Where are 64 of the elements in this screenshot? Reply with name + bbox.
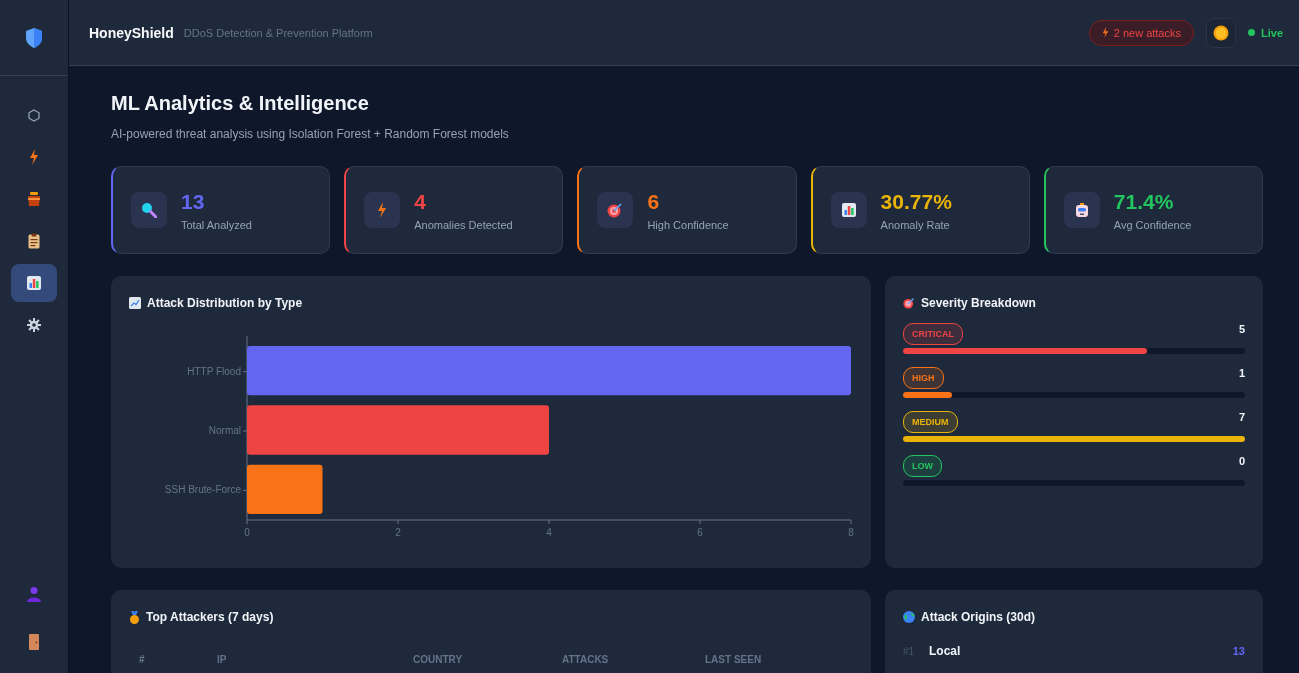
medal-icon (129, 610, 140, 624)
hexagon-icon (28, 108, 40, 122)
tick-label: 8 (848, 527, 854, 538)
category-label: SSH Brute-Force (164, 484, 241, 496)
lightning-icon (377, 202, 388, 218)
column-header: # (138, 654, 146, 665)
tagline: DDoS Detection & Prevention Platform (183, 26, 373, 39)
pot-icon (27, 191, 41, 207)
category-label: Normal (208, 425, 241, 436)
bar-chart-icon (841, 203, 856, 217)
tick-label: 4 (546, 527, 552, 538)
person-icon (27, 586, 41, 602)
tick-label: 0 (244, 527, 250, 538)
severity-count: 5 (1238, 323, 1245, 335)
column-header: LAST SEEN (705, 654, 762, 665)
door-icon (29, 634, 39, 650)
live-status: Live (1248, 26, 1283, 39)
stat-label: Total Analyzed (181, 218, 252, 231)
magnifier-icon (141, 202, 157, 218)
severity-tag: HIGH (903, 367, 944, 389)
column-header: ATTACKS (562, 654, 610, 665)
stat-value: 4 (414, 189, 427, 214)
column-header: COUNTRY (413, 654, 464, 665)
theme-toggle-button[interactable] (1206, 17, 1236, 48)
chart-icon (129, 297, 141, 309)
new-attacks-badge[interactable]: 2 new attacks (1088, 19, 1194, 46)
bar-chart-icon (27, 276, 41, 290)
origin-name: Local (929, 644, 962, 658)
lightning-icon (29, 149, 39, 165)
sun-icon (1213, 24, 1229, 41)
severity-count: 1 (1238, 367, 1245, 379)
panel-title: Attack Origins (30d) (921, 610, 1036, 624)
shield-logo-icon (25, 26, 43, 49)
page-title: ML Analytics & Intelligence (111, 92, 370, 115)
robot-icon (1073, 202, 1090, 218)
sidebar-item[interactable] (11, 264, 57, 302)
panel-title: Attack Distribution by Type (147, 296, 303, 310)
column-header: IP (217, 654, 228, 665)
category-label: HTTP Flood (187, 365, 241, 377)
stat-value: 71.4% (1113, 189, 1175, 214)
severity-tag: CRITICAL (903, 323, 963, 345)
stat-value: 13 (181, 189, 206, 214)
target-icon (903, 297, 915, 309)
tick-label: 2 (395, 527, 401, 538)
brand-name: HoneyShield (89, 24, 174, 41)
panel-title: Top Attackers (7 days) (146, 610, 274, 624)
severity-count: 7 (1238, 411, 1245, 423)
target-icon (607, 202, 624, 218)
stat-label: High Confidence (647, 218, 729, 231)
severity-tag: MEDIUM (903, 411, 958, 433)
stat-label: Anomaly Rate (880, 218, 951, 231)
globe-icon (903, 611, 915, 623)
page-subtitle: AI-powered threat analysis using Isolation Forest + Random Forest models (111, 127, 510, 141)
severity-tag: LOW (903, 455, 942, 477)
severity-count: 0 (1238, 455, 1245, 467)
panel-title: Severity Breakdown (921, 296, 1036, 310)
tick-label: 6 (697, 527, 703, 538)
origin-count: 13 (1232, 645, 1245, 657)
settings-icon (27, 318, 41, 332)
stat-label: Anomalies Detected (414, 218, 513, 231)
clipboard-icon (28, 233, 40, 249)
stat-label: Avg Confidence (1113, 218, 1192, 231)
stat-value: 6 (647, 189, 661, 214)
stat-value: 30.77% (880, 189, 952, 214)
